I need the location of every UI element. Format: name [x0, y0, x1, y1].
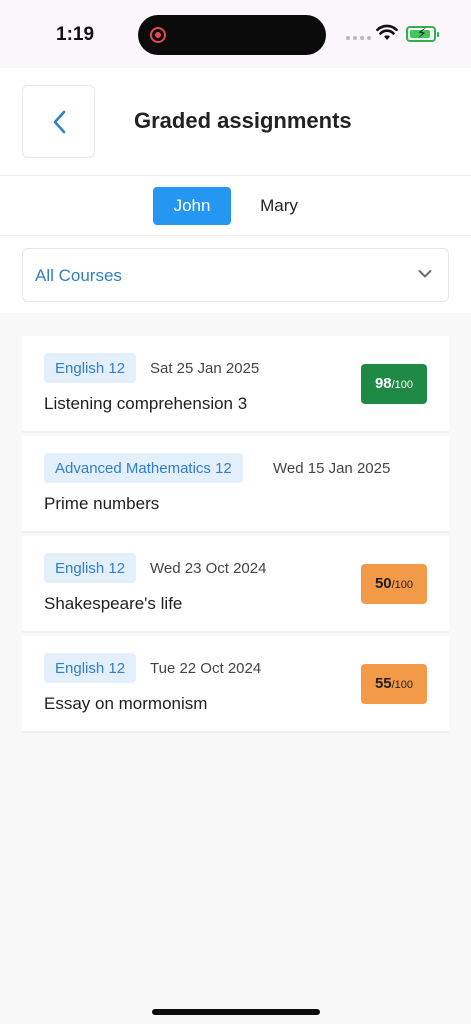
chevron-left-icon — [53, 110, 65, 133]
status-bar: 1:19 ⚡ — [0, 0, 471, 68]
assignment-title: Listening comprehension 3 — [44, 394, 248, 413]
grade-badge: 98 /100 — [361, 364, 427, 404]
home-indicator[interactable] — [152, 1009, 320, 1015]
course-tag: English 12 — [44, 653, 137, 683]
assignment-list: English 12 Sat 25 Jan 2025 Listening com… — [22, 336, 449, 736]
assignment-title: Prime numbers — [44, 494, 160, 513]
page-title: Graded assignments — [134, 108, 352, 133]
tab-student-john[interactable]: John — [153, 187, 231, 225]
student-tabs: John Mary — [0, 176, 471, 236]
screen-recording-icon — [150, 27, 166, 43]
grade-score: 50 — [374, 575, 392, 592]
course-tag: English 12 — [44, 353, 137, 383]
filter-area: All Courses — [0, 236, 471, 313]
tab-student-mary[interactable]: Mary — [245, 187, 313, 225]
dynamic-island — [138, 15, 326, 55]
assignment-title: Essay on mormonism — [44, 694, 208, 713]
assignment-card[interactable]: English 12 Wed 23 Oct 2024 Shakespeare's… — [22, 536, 449, 633]
assignment-date: Wed 23 Oct 2024 — [150, 560, 267, 577]
course-tag: English 12 — [44, 553, 137, 583]
status-time: 1:19 — [56, 24, 95, 45]
grade-score: 98 — [374, 375, 392, 392]
app-header: Graded assignments — [0, 68, 471, 176]
assignment-card[interactable]: Advanced Mathematics 12 Wed 15 Jan 2025 … — [22, 436, 449, 533]
course-filter-value: All Courses — [35, 266, 122, 285]
back-button[interactable] — [22, 85, 95, 158]
assignment-date: Tue 22 Oct 2024 — [150, 660, 262, 677]
grade-score: 55 — [374, 675, 392, 692]
assignment-date: Sat 25 Jan 2025 — [150, 360, 260, 377]
wifi-icon — [376, 24, 398, 40]
signal-icon — [346, 36, 371, 40]
assignment-date: Wed 15 Jan 2025 — [273, 460, 391, 477]
course-filter-select[interactable]: All Courses — [22, 248, 449, 302]
assignment-title: Shakespeare's life — [44, 594, 183, 613]
course-tag: Advanced Mathematics 12 — [44, 453, 243, 483]
grade-badge: 50 /100 — [361, 564, 427, 604]
chevron-down-icon — [418, 270, 432, 278]
grade-total: /100 — [391, 679, 414, 691]
grade-total: /100 — [391, 379, 414, 391]
grade-badge: 55 /100 — [361, 664, 427, 704]
charging-bolt-icon: ⚡ — [417, 25, 427, 41]
grade-total: /100 — [391, 579, 414, 591]
assignment-card[interactable]: English 12 Tue 22 Oct 2024 Essay on morm… — [22, 636, 449, 733]
assignment-card[interactable]: English 12 Sat 25 Jan 2025 Listening com… — [22, 336, 449, 433]
